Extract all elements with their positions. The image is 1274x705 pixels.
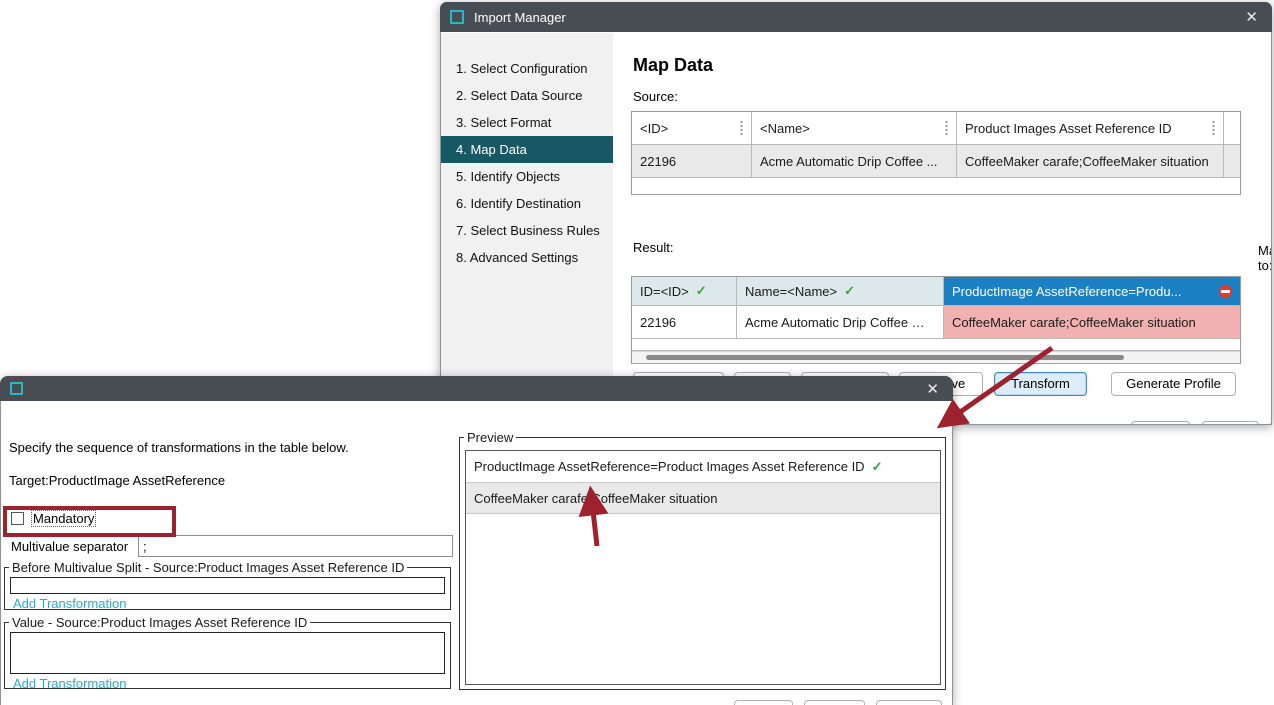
target-text: Target:ProductImage AssetReference bbox=[9, 473, 225, 488]
map-data-panel: Map Data Source: <ID> <Name> bbox=[613, 33, 1271, 424]
transformation-titlebar: ✕ bbox=[0, 376, 953, 401]
window-title: Import Manager bbox=[474, 10, 566, 25]
result-data-row[interactable]: 22196 Acme Automatic Drip Coffee Maker C… bbox=[632, 306, 1240, 339]
reset-button[interactable]: Reset bbox=[804, 700, 865, 705]
save-button[interactable]: Save bbox=[734, 700, 793, 705]
back-button[interactable]: Back bbox=[1131, 421, 1190, 424]
result-col-name[interactable]: Name=<Name> ✓ bbox=[737, 277, 944, 305]
scrollbar-thumb[interactable] bbox=[646, 355, 1124, 360]
source-empty-row bbox=[632, 178, 1240, 194]
step-select-format[interactable]: 3. Select Format bbox=[441, 109, 613, 136]
app-icon bbox=[450, 10, 464, 24]
step-identify-destination[interactable]: 6. Identify Destination bbox=[441, 190, 613, 217]
source-col-asset-ref[interactable]: Product Images Asset Reference ID bbox=[957, 112, 1224, 144]
result-cell-id[interactable]: 22196 bbox=[632, 306, 737, 338]
import-manager-window: Import Manager ✕ 1. Select Configuration… bbox=[440, 2, 1272, 425]
add-transformation-link[interactable]: Add Transformation bbox=[13, 596, 126, 611]
check-icon: ✓ bbox=[696, 283, 707, 299]
value-transformation-list[interactable] bbox=[10, 632, 445, 674]
source-cell-asset-ref[interactable]: CoffeeMaker carafe;CoffeeMaker situation bbox=[957, 145, 1224, 177]
wizard-steps: 1. Select Configuration 2. Select Data S… bbox=[441, 33, 613, 424]
transformation-dialog: ✕ Specify the sequence of transformation… bbox=[0, 376, 953, 705]
preview-mapping-row[interactable]: ProductImage AssetReference=Product Imag… bbox=[466, 451, 940, 483]
close-icon[interactable]: ✕ bbox=[922, 380, 943, 398]
step-identify-objects[interactable]: 5. Identify Objects bbox=[441, 163, 613, 190]
check-icon: ✓ bbox=[872, 459, 883, 475]
source-col-sliver bbox=[1224, 112, 1240, 144]
multivalue-separator-label: Multivalue separator bbox=[11, 539, 128, 554]
step-advanced-settings[interactable]: 8. Advanced Settings bbox=[441, 244, 613, 271]
source-data-row[interactable]: 22196 Acme Automatic Drip Coffee ... Cof… bbox=[632, 145, 1240, 178]
step-select-data-source[interactable]: 2. Select Data Source bbox=[441, 82, 613, 109]
mandatory-checkbox[interactable] bbox=[11, 512, 24, 525]
not-mapped-icon bbox=[1219, 285, 1232, 298]
source-label: Source: bbox=[633, 89, 678, 104]
value-group-label: Value - Source:Product Images Asset Refe… bbox=[9, 615, 310, 630]
import-manager-body: 1. Select Configuration 2. Select Data S… bbox=[441, 33, 1271, 424]
preview-list: ProductImage AssetReference=Product Imag… bbox=[465, 450, 941, 685]
transform-button[interactable]: Transform bbox=[994, 372, 1087, 396]
value-group: Value - Source:Product Images Asset Refe… bbox=[4, 615, 451, 689]
cancel-button[interactable]: Cancel bbox=[876, 700, 942, 705]
source-header-row: <ID> <Name> Product Images Asset Referen… bbox=[632, 112, 1240, 145]
result-col-productimage-selected[interactable]: ProductImage AssetReference=Produ... bbox=[944, 277, 1240, 305]
next-button[interactable]: Next bbox=[1202, 421, 1259, 424]
source-table: <ID> <Name> Product Images Asset Referen… bbox=[631, 111, 1241, 195]
add-transformation-link[interactable]: Add Transformation bbox=[13, 676, 126, 691]
source-col-id[interactable]: <ID> bbox=[632, 112, 752, 144]
import-manager-titlebar: Import Manager ✕ bbox=[440, 2, 1272, 32]
result-cell-name[interactable]: Acme Automatic Drip Coffee Maker bbox=[737, 306, 944, 338]
mandatory-label: Mandatory bbox=[31, 511, 96, 526]
preview-label: Preview bbox=[464, 430, 516, 445]
generate-profile-button[interactable]: Generate Profile bbox=[1111, 372, 1236, 396]
before-multivalue-split-group: Before Multivalue Split - Source:Product… bbox=[4, 560, 451, 610]
source-cell-id[interactable]: 22196 bbox=[632, 145, 752, 177]
result-table: ID=<ID> ✓ Name=<Name> ✓ ProductImage Ass… bbox=[631, 276, 1241, 364]
before-multivalue-split-label: Before Multivalue Split - Source:Product… bbox=[9, 560, 407, 575]
preview-value-row[interactable]: CoffeeMaker carafe|CoffeeMaker situation bbox=[466, 483, 940, 514]
step-select-business-rules[interactable]: 7. Select Business Rules bbox=[441, 217, 613, 244]
step-map-data[interactable]: 4. Map Data bbox=[441, 136, 613, 163]
multivalue-separator-input[interactable] bbox=[138, 535, 453, 557]
screen: Import Manager ✕ 1. Select Configuration… bbox=[0, 0, 1274, 705]
horizontal-scrollbar[interactable] bbox=[632, 351, 1240, 362]
column-menu-icon[interactable] bbox=[740, 120, 743, 136]
transformation-body: Specify the sequence of transformations … bbox=[1, 402, 952, 705]
app-icon bbox=[10, 382, 23, 395]
result-header-row: ID=<ID> ✓ Name=<Name> ✓ ProductImage Ass… bbox=[632, 277, 1240, 306]
result-empty-row bbox=[632, 339, 1240, 351]
instruction-text: Specify the sequence of transformations … bbox=[9, 440, 349, 455]
step-select-configuration[interactable]: 1. Select Configuration bbox=[441, 55, 613, 82]
column-menu-icon[interactable] bbox=[1212, 120, 1215, 136]
finish-button[interactable]: Finish bbox=[1270, 421, 1271, 424]
result-label: Result: bbox=[633, 240, 673, 255]
source-cell-name[interactable]: Acme Automatic Drip Coffee ... bbox=[752, 145, 957, 177]
map-to-label: Map to: bbox=[1258, 243, 1271, 273]
column-menu-icon[interactable] bbox=[945, 120, 948, 136]
result-col-id[interactable]: ID=<ID> ✓ bbox=[632, 277, 737, 305]
preview-group: Preview ProductImage AssetReference=Prod… bbox=[459, 430, 946, 690]
page-title: Map Data bbox=[633, 55, 713, 76]
close-icon[interactable]: ✕ bbox=[1241, 8, 1262, 26]
check-icon: ✓ bbox=[844, 283, 855, 299]
result-cell-asset-ref[interactable]: CoffeeMaker carafe;CoffeeMaker situation bbox=[944, 306, 1240, 338]
source-col-name[interactable]: <Name> bbox=[752, 112, 957, 144]
before-split-transformation-list[interactable] bbox=[10, 577, 445, 594]
